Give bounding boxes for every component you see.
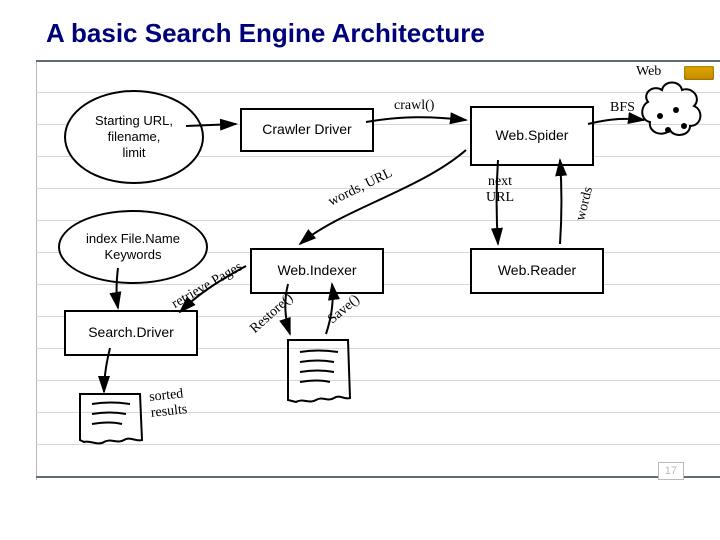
paper-margin-line xyxy=(36,60,37,480)
label-restore: Restore() xyxy=(247,291,296,338)
label-sorted-results: sorted results xyxy=(148,386,188,422)
node-web-indexer: Web.Indexer xyxy=(250,248,384,294)
paper-rule-top xyxy=(36,60,720,62)
slide: A basic Search Engine Architecture Start… xyxy=(0,0,720,540)
page-number: 17 xyxy=(658,462,684,480)
paper-rule xyxy=(36,380,720,381)
paper-rule-bottom xyxy=(36,476,720,478)
node-crawler-driver: Crawler Driver xyxy=(240,108,374,152)
label-web: Web xyxy=(636,64,661,80)
node-index-keywords-oval: index File.Name Keywords xyxy=(58,210,208,284)
label-next-url: next URL xyxy=(486,174,514,206)
paper-rule xyxy=(36,444,720,445)
label-words: words xyxy=(573,185,597,222)
slide-title: A basic Search Engine Architecture xyxy=(46,18,485,49)
marker-icon xyxy=(684,66,714,80)
paper-rule xyxy=(36,412,720,413)
label-save: Save() xyxy=(325,292,363,328)
node-search-driver: Search.Driver xyxy=(64,310,198,356)
node-start-oval: Starting URL, filename, limit xyxy=(64,90,204,184)
label-bfs: BFS xyxy=(610,100,635,116)
label-crawl: crawl() xyxy=(394,98,434,114)
node-web-spider: Web.Spider xyxy=(470,106,594,166)
node-web-reader: Web.Reader xyxy=(470,248,604,294)
